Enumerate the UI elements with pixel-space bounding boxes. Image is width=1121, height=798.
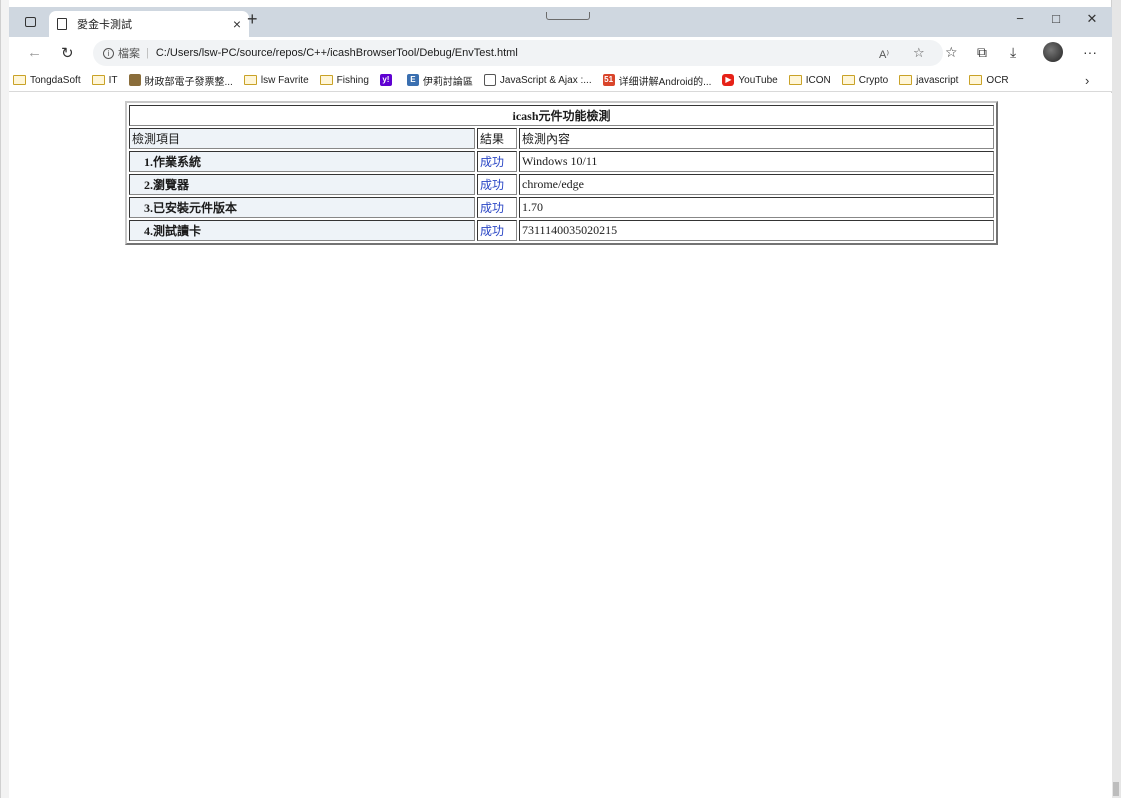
info-icon[interactable]: i	[103, 47, 114, 59]
address-bar[interactable]: i 檔案 | C:/Users/lsw-PC/source/repos/C++/…	[93, 40, 943, 66]
bookmark-label: Fishing	[336, 74, 369, 86]
table-row: 4.測試讀卡 成功 7311140035020215	[129, 220, 994, 241]
favorites-icon[interactable]: ☆	[945, 44, 958, 61]
row-detail: 1.70	[519, 197, 994, 218]
window-drag-handle[interactable]	[546, 12, 590, 20]
desktop-background	[1112, 0, 1121, 798]
row-item: 1.作業系統	[129, 151, 475, 172]
toolbar: ← ↻ i 檔案 | C:/Users/lsw-PC/source/repos/…	[9, 37, 1113, 69]
bookmark-javascript-ajax[interactable]: JavaScript & Ajax :...	[483, 74, 592, 86]
bookmark-label: 详细讲解Android的...	[618, 76, 712, 88]
folder-icon	[841, 75, 855, 85]
minimize-button[interactable]: −	[1005, 11, 1035, 26]
bookmark-eyny[interactable]: E 伊莉討論區	[406, 73, 473, 88]
bookmark-javascript[interactable]: javascript	[899, 75, 958, 86]
table-row: 1.作業系統 成功 Windows 10/11	[129, 151, 994, 172]
row-result: 成功	[477, 220, 517, 241]
bookmarks-bar: TongdaSoft IT 財政部電子發票整... lsw Favrite Fi…	[9, 69, 1113, 92]
bookmark-fishing[interactable]: Fishing	[319, 74, 369, 86]
page-icon	[57, 18, 67, 30]
bookmark-label: OCR	[986, 74, 1009, 86]
back-icon[interactable]: ←	[27, 44, 42, 61]
row-detail: chrome/edge	[519, 174, 994, 195]
bookmarks-overflow-chevron-icon[interactable]: ›	[1085, 73, 1089, 88]
bookmark-android[interactable]: 51 详细讲解Android的...	[602, 73, 712, 88]
close-window-button[interactable]: ✕	[1077, 11, 1107, 27]
bookmark-label: 伊莉討論區	[422, 76, 473, 88]
new-tab-button[interactable]: +	[247, 9, 258, 30]
collections-icon[interactable]: ⧉	[977, 44, 987, 61]
url-text[interactable]: C:/Users/lsw-PC/source/repos/C++/icashBr…	[156, 47, 518, 59]
read-aloud-icon[interactable]: A⁾	[879, 48, 889, 61]
yahoo-icon: y!	[379, 74, 392, 86]
tab-title: 愛金卡測試	[77, 19, 132, 31]
page-content: icash元件功能檢測 檢測項目 結果 檢測內容 1.作業系統 成功 Windo…	[9, 93, 1113, 798]
bookmark-label: TongdaSoft	[30, 74, 81, 86]
bookmark-label: javascript	[916, 74, 959, 86]
add-favorite-icon[interactable]: ☆	[913, 45, 925, 61]
bookmark-label: IT	[108, 74, 118, 86]
youtube-icon: ▶	[722, 74, 735, 86]
row-item: 3.已安裝元件版本	[129, 197, 475, 218]
downloads-icon[interactable]: ⤓	[1010, 44, 1016, 61]
header-item: 檢測項目	[129, 128, 475, 149]
bookmark-tongdasoft[interactable]: TongdaSoft	[13, 75, 81, 86]
more-menu-icon[interactable]: ···	[1083, 44, 1097, 60]
header-result: 結果	[477, 128, 517, 149]
bookmark-label: JavaScript & Ajax :...	[499, 74, 592, 86]
close-tab-icon[interactable]: ×	[233, 16, 241, 32]
address-scheme-label: 檔案	[118, 48, 140, 60]
scrollbar-thumb[interactable]	[1113, 782, 1119, 796]
row-detail: Windows 10/11	[519, 151, 994, 172]
bookmark-label: Crypto	[858, 74, 889, 86]
bookmark-einvoice[interactable]: 財政部電子發票整...	[128, 73, 233, 88]
bookmark-label: lsw Favrite	[260, 74, 309, 86]
folder-icon	[13, 75, 26, 85]
bookmark-label: YouTube	[738, 74, 778, 86]
row-detail: 7311140035020215	[519, 220, 994, 241]
tab-actions-icon[interactable]	[23, 14, 39, 30]
folder-icon	[91, 75, 105, 85]
table-row: 3.已安裝元件版本 成功 1.70	[129, 197, 994, 218]
bookmark-label: 財政部電子發票整...	[144, 76, 233, 88]
bookmark-crypto[interactable]: Crypto	[841, 74, 889, 86]
folder-icon	[899, 75, 913, 85]
active-tab[interactable]: 愛金卡測試 ×	[49, 11, 249, 37]
env-check-table: icash元件功能檢測 檢測項目 結果 檢測內容 1.作業系統 成功 Windo…	[125, 101, 998, 245]
row-result: 成功	[477, 151, 517, 172]
table-row: 2.瀏覽器 成功 chrome/edge	[129, 174, 994, 195]
folder-icon	[243, 75, 257, 85]
table-title: icash元件功能檢測	[129, 105, 994, 126]
address-separator: |	[146, 47, 149, 59]
bookmark-yahoo[interactable]: y!	[379, 74, 396, 86]
bookmark-ocr[interactable]: OCR	[969, 74, 1009, 86]
page-icon	[483, 74, 496, 86]
bookmark-youtube[interactable]: ▶ YouTube	[722, 74, 778, 86]
row-result: 成功	[477, 197, 517, 218]
bookmark-label: ICON	[805, 74, 831, 86]
reload-icon[interactable]: ↻	[61, 44, 74, 62]
profile-avatar[interactable]	[1043, 42, 1063, 62]
bookmark-it[interactable]: IT	[91, 74, 118, 86]
row-item: 2.瀏覽器	[129, 174, 475, 195]
table-header-row: 檢測項目 結果 檢測內容	[129, 128, 994, 149]
row-result: 成功	[477, 174, 517, 195]
bookmark-lsw-favrite[interactable]: lsw Favrite	[243, 74, 309, 86]
folder-icon	[788, 75, 802, 85]
site-icon	[128, 74, 141, 86]
header-detail: 檢測內容	[519, 128, 994, 149]
eyny-icon: E	[406, 74, 419, 86]
bookmark-icon-folder[interactable]: ICON	[788, 74, 831, 86]
folder-icon	[969, 75, 983, 85]
row-item: 4.測試讀卡	[129, 220, 475, 241]
desktop-edge	[1, 0, 9, 798]
browser-window: 愛金卡測試 × + − □ ✕ ← ↻ i 檔案 | C:/Users/lsw-…	[0, 0, 1113, 798]
tab-strip: 愛金卡測試 × + − □ ✕	[9, 7, 1113, 37]
51-icon: 51	[602, 74, 615, 86]
folder-icon	[319, 75, 333, 85]
maximize-button[interactable]: □	[1041, 11, 1071, 26]
